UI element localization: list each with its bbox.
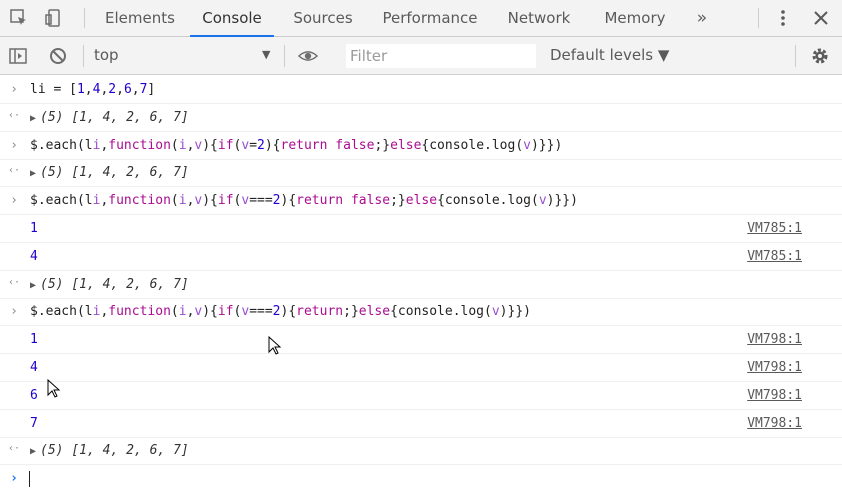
log-output-value: 4 xyxy=(30,360,38,375)
tab-performance[interactable]: Performance xyxy=(370,0,490,37)
console-result-array[interactable]: ▶ (5) [1, 4, 2, 6, 7] xyxy=(30,277,189,292)
console-result-array[interactable]: ▶ (5) [1, 4, 2, 6, 7] xyxy=(30,165,189,180)
eye-icon[interactable] xyxy=(298,46,318,66)
mouse-pointer-icon xyxy=(47,379,61,398)
expand-triangle-icon[interactable]: ▶ xyxy=(30,446,36,457)
result-return-icon: ‹· xyxy=(8,109,21,121)
tab-console[interactable]: Console xyxy=(190,0,274,37)
console-output[interactable]: › li = [1,4,2,6,7] ‹· ▶ (5) [1, 4, 2, 6, 7] ›… xyxy=(0,76,842,490)
console-line-input: › $.each(li,function(i,v){if(v=2){return … xyxy=(0,132,842,160)
console-input-code: $.each(li,function(i,v){if(v===2){return… xyxy=(30,304,531,320)
console-line-result: ‹· ▶ (5) [1, 4, 2, 6, 7] xyxy=(0,104,842,132)
array-value: [1, 4, 2, 6, 7] xyxy=(71,276,189,292)
expand-triangle-icon[interactable]: ▶ xyxy=(30,113,36,124)
mouse-pointer-icon xyxy=(268,336,282,355)
inspect-element-icon[interactable] xyxy=(9,8,29,28)
console-line-result: ‹· ▶ (5) [1, 4, 2, 6, 7] xyxy=(0,437,842,466)
log-output-value: 1 xyxy=(30,221,38,236)
array-length: (5) xyxy=(40,109,64,125)
console-line-log: 6 VM798:1 xyxy=(0,382,842,410)
result-return-icon: ‹· xyxy=(8,276,21,288)
prompt-chevron-icon: › xyxy=(10,471,18,487)
settings-gear-icon[interactable] xyxy=(810,46,830,66)
context-selector[interactable]: top xyxy=(94,46,119,64)
console-result-array[interactable]: ▶ (5) [1, 4, 2, 6, 7] xyxy=(30,443,189,458)
console-line-log: 4 VM798:1 xyxy=(0,354,842,382)
array-value: [1, 4, 2, 6, 7] xyxy=(71,165,189,181)
result-return-icon: ‹· xyxy=(8,165,21,177)
context-dropdown-icon[interactable]: ▼ xyxy=(262,48,270,61)
console-input-code: $.each(li,function(i,v){if(v===2){return… xyxy=(30,193,578,209)
device-toolbar-icon[interactable] xyxy=(44,8,64,28)
console-line-result: ‹· ▶ (5) [1, 4, 2, 6, 7] xyxy=(0,271,842,299)
log-output-value: 7 xyxy=(30,415,38,431)
log-output-value: 4 xyxy=(30,248,38,264)
log-output-value: 6 xyxy=(30,387,38,403)
tabbar-divider xyxy=(84,8,85,28)
result-return-icon: ‹· xyxy=(8,443,21,455)
tab-memory[interactable]: Memory xyxy=(592,0,678,37)
console-line-input: › li = [1,4,2,6,7] xyxy=(0,76,842,104)
array-length: (5) xyxy=(40,165,64,181)
input-chevron-icon: › xyxy=(10,193,18,209)
console-line-log: 7 VM798:1 xyxy=(0,410,842,438)
kebab-menu-icon[interactable] xyxy=(773,8,793,28)
devtools-tabbar: Elements Console Sources Performance Network… xyxy=(0,0,842,37)
input-chevron-icon: › xyxy=(10,82,18,97)
source-link[interactable]: VM785:1 xyxy=(747,249,802,264)
console-line-result: ‹· ▶ (5) [1, 4, 2, 6, 7] xyxy=(0,159,842,188)
console-input-code: li = [1,4,2,6,7] xyxy=(30,82,156,97)
console-line-input: › $.each(li,function(i,v){if(v===2){retur… xyxy=(0,187,842,216)
console-line-log: 1 VM798:1 xyxy=(0,326,842,355)
expand-triangle-icon[interactable]: ▶ xyxy=(30,280,36,291)
source-link[interactable]: VM798:1 xyxy=(747,332,802,347)
source-link[interactable]: VM798:1 xyxy=(747,416,802,431)
source-link[interactable]: VM798:1 xyxy=(747,360,802,375)
filter-input[interactable] xyxy=(346,44,536,68)
tab-elements[interactable]: Elements xyxy=(92,0,188,37)
input-chevron-icon: › xyxy=(10,304,18,320)
log-output-value: 1 xyxy=(30,332,38,348)
array-length: (5) xyxy=(40,276,64,292)
expand-triangle-icon[interactable]: ▶ xyxy=(30,168,36,179)
console-line-prompt: › xyxy=(0,465,842,490)
source-link[interactable]: VM785:1 xyxy=(747,221,802,236)
log-levels-dropdown[interactable]: Default levels ▼ xyxy=(550,46,669,64)
show-sidebar-icon[interactable] xyxy=(8,46,28,66)
source-link[interactable]: VM798:1 xyxy=(747,388,802,403)
toolbar-divider xyxy=(284,45,285,67)
toolbar-divider xyxy=(795,45,796,67)
console-result-array[interactable]: ▶ (5) [1, 4, 2, 6, 7] xyxy=(30,110,189,125)
console-line-log: 4 VM785:1 xyxy=(0,243,842,271)
console-line-input: › $.each(li,function(i,v){if(v===2){retur… xyxy=(0,298,842,327)
array-value: [1, 4, 2, 6, 7] xyxy=(71,443,189,459)
tab-network[interactable]: Network xyxy=(496,0,582,37)
tabbar-divider xyxy=(758,8,759,28)
console-toolbar: top ▼ Default levels ▼ xyxy=(0,37,842,75)
close-icon[interactable] xyxy=(811,8,831,28)
text-caret xyxy=(29,471,30,488)
array-value: [1, 4, 2, 6, 7] xyxy=(71,109,189,125)
more-tabs-icon[interactable]: » xyxy=(688,0,716,37)
tab-sources[interactable]: Sources xyxy=(282,0,364,37)
console-line-log: 1 VM785:1 xyxy=(0,215,842,243)
console-input-code: $.each(li,function(i,v){if(v=2){return f… xyxy=(30,137,563,153)
clear-console-icon[interactable] xyxy=(48,46,68,66)
toolbar-divider xyxy=(83,45,84,67)
array-length: (5) xyxy=(40,443,64,459)
input-chevron-icon: › xyxy=(10,137,18,153)
